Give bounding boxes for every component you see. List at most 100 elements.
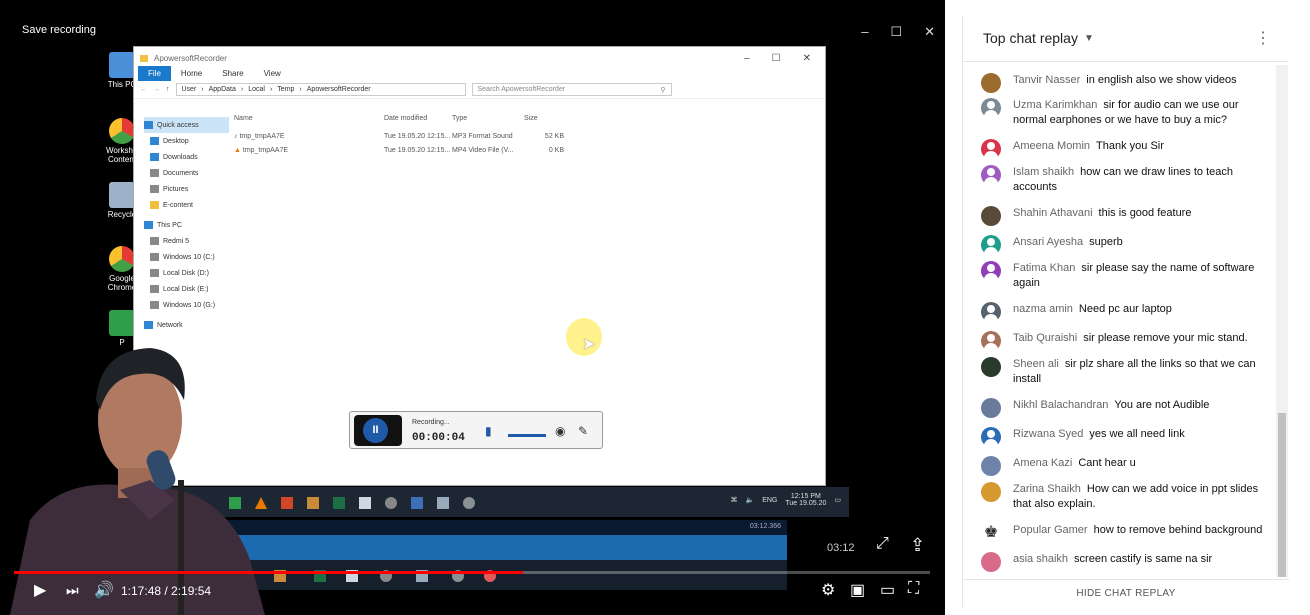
chat-author[interactable]: Fatima Khan — [1013, 262, 1075, 274]
ribbon-tab-file[interactable]: File — [138, 65, 171, 81]
volume-icon[interactable]: 🔊 — [94, 580, 114, 600]
ribbon-tab-home[interactable]: Home — [171, 69, 212, 78]
chat-author[interactable]: Islam shaikh — [1013, 166, 1074, 178]
address-input[interactable]: User › AppData › Local › Temp › ApowersoftRe… — [175, 83, 466, 96]
chat-author[interactable]: Shahin Athavani — [1013, 207, 1093, 219]
video-progress-bar[interactable] — [14, 571, 930, 574]
video-player[interactable]: Save recording – ☐ ✕ This PC Workshop Co… — [0, 0, 945, 615]
avatar[interactable] — [981, 139, 1001, 159]
avatar[interactable]: ♚ — [981, 523, 1001, 543]
avatar[interactable] — [981, 261, 1001, 281]
chat-author[interactable]: Nikhl Balachandran — [1013, 399, 1108, 411]
chat-author[interactable]: nazma amin — [1013, 303, 1073, 315]
avatar[interactable] — [981, 357, 1001, 377]
minimize-icon[interactable]: – — [861, 24, 868, 40]
nav-item-documents[interactable]: Documents — [144, 165, 229, 181]
maximize-icon[interactable]: ☐ — [772, 53, 781, 64]
nav-item-quick-access[interactable]: Quick access — [144, 117, 229, 133]
avatar[interactable] — [981, 427, 1001, 447]
share-icon[interactable]: ⇪ — [910, 535, 925, 556]
column-header-type[interactable]: Type — [452, 115, 524, 122]
chevron-down-icon[interactable]: ▼ — [1084, 33, 1094, 44]
ribbon-tab-share[interactable]: Share — [212, 69, 253, 78]
network-icon[interactable]: ⌘ — [730, 496, 737, 504]
chat-author[interactable]: Tanvir Nasser — [1013, 74, 1080, 86]
nav-item-drive-d[interactable]: Local Disk (D:) — [144, 265, 229, 281]
fullscreen-corners-icon[interactable]: ⤢ — [876, 535, 889, 553]
maximize-icon[interactable]: ☐ — [890, 24, 902, 40]
avatar[interactable] — [981, 302, 1001, 322]
webcam-icon[interactable]: ◉ — [555, 424, 565, 438]
forward-arrow-icon[interactable]: → — [153, 86, 160, 93]
explorer-icon[interactable] — [437, 497, 449, 509]
nav-item-drive-g[interactable]: Windows 10 (G:) — [144, 297, 229, 313]
nav-item-redmi[interactable]: Redmi 5 — [144, 233, 229, 249]
minimize-icon[interactable]: – — [744, 53, 750, 64]
close-icon[interactable]: ✕ — [924, 24, 935, 40]
chat-author[interactable]: Ansari Ayesha — [1013, 236, 1083, 248]
theater-mode-icon[interactable]: ▭ — [880, 580, 895, 600]
column-header-size[interactable]: Size — [524, 115, 564, 122]
media-icon[interactable] — [307, 497, 319, 509]
hide-chat-replay-button[interactable]: HIDE CHAT REPLAY — [963, 579, 1289, 607]
volume-slider[interactable] — [508, 434, 546, 437]
nav-item-e-content[interactable]: E-content — [144, 197, 229, 213]
chat-author[interactable]: Amena Kazi — [1013, 457, 1072, 469]
settings-gear-icon[interactable]: ⚙ — [821, 580, 835, 600]
up-arrow-icon[interactable]: ↑ — [166, 86, 170, 93]
column-header-name[interactable]: Name — [234, 115, 384, 122]
avatar[interactable] — [981, 331, 1001, 351]
settings-icon[interactable] — [463, 497, 475, 509]
column-header-date[interactable]: Date modified — [384, 115, 452, 122]
explorer-search-input[interactable]: Search ApowersoftRecorder ⚲ — [471, 83, 672, 96]
nav-item-drive-e[interactable]: Local Disk (E:) — [144, 281, 229, 297]
file-row[interactable]: ▲ tmp_tmpAA7E Tue 19.05.20 12:15... MP4 … — [234, 143, 574, 157]
nav-item-pictures[interactable]: Pictures — [144, 181, 229, 197]
avatar[interactable] — [981, 456, 1001, 476]
avatar[interactable] — [981, 165, 1001, 185]
chat-author[interactable]: Sheen ali — [1013, 358, 1059, 370]
back-arrow-icon[interactable]: ← — [140, 86, 147, 93]
excel-icon[interactable] — [333, 497, 345, 509]
next-icon[interactable]: ⏭ — [66, 582, 79, 599]
miniplayer-icon[interactable]: ▣ — [850, 580, 865, 600]
chat-author[interactable]: Taib Quraishi — [1013, 332, 1077, 344]
chat-author[interactable]: Zarina Shaikh — [1013, 483, 1081, 495]
chat-scrollbar-thumb[interactable] — [1278, 413, 1286, 577]
explorer-titlebar: ApowersoftRecorder – ☐ ✕ — [134, 47, 825, 65]
close-icon[interactable]: ✕ — [803, 53, 811, 64]
tray-clock[interactable]: 12:15 PM Tue 19.05.20 — [785, 493, 826, 507]
avatar[interactable] — [981, 235, 1001, 255]
avatar[interactable] — [981, 73, 1001, 93]
nav-item-downloads[interactable]: Downloads — [144, 149, 229, 165]
avatar[interactable] — [981, 206, 1001, 226]
nav-item-this-pc[interactable]: This PC — [144, 217, 229, 233]
chat-author[interactable]: Rizwana Syed — [1013, 428, 1083, 440]
volume-level-icon[interactable]: ▮ — [485, 424, 492, 438]
fullscreen-icon[interactable]: ⛶ — [908, 580, 919, 598]
avatar[interactable] — [981, 482, 1001, 502]
avatar[interactable] — [981, 398, 1001, 418]
more-options-icon[interactable]: ⋮ — [1255, 28, 1271, 48]
chat-author[interactable]: Ameena Momin — [1013, 140, 1090, 152]
play-icon[interactable]: ▶ — [34, 580, 46, 600]
recorder-icon[interactable] — [411, 497, 423, 509]
chat-author[interactable]: Uzma Karimkhan — [1013, 99, 1097, 111]
nav-item-desktop[interactable]: Desktop — [144, 133, 229, 149]
file-row[interactable]: ♪ tmp_tmpAA7E Tue 19.05.20 12:15... MP3 … — [234, 129, 574, 143]
notification-icon[interactable]: ▭ — [834, 496, 841, 504]
avatar[interactable] — [981, 552, 1001, 572]
chat-mode-dropdown[interactable]: Top chat replay — [983, 30, 1078, 46]
window-icon[interactable] — [359, 497, 371, 509]
tray-language[interactable]: ENG — [762, 497, 777, 504]
chat-author[interactable]: Popular Gamer — [1013, 524, 1088, 536]
ribbon-tab-view[interactable]: View — [254, 69, 291, 78]
chat-author[interactable]: asia shaikh — [1013, 553, 1068, 565]
pen-icon[interactable]: ✎ — [578, 424, 588, 438]
avatar[interactable] — [981, 98, 1001, 118]
chat-scrollbar[interactable] — [1276, 65, 1288, 577]
nav-item-drive-c[interactable]: Windows 10 (C:) — [144, 249, 229, 265]
volume-icon[interactable]: 🔈 — [745, 496, 754, 504]
obs-icon[interactable] — [385, 497, 397, 509]
recorder-pause-button[interactable]: II — [354, 415, 402, 446]
